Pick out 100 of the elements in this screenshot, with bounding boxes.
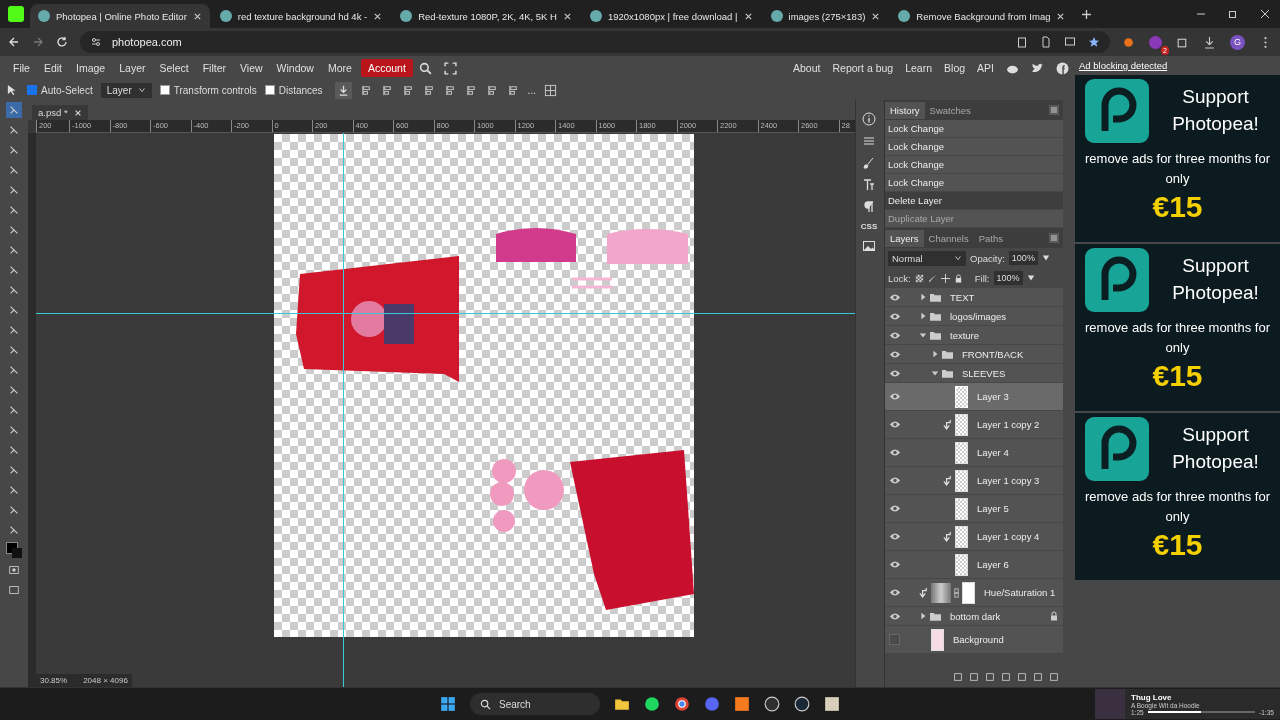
document-icon[interactable]: [1040, 36, 1052, 48]
forward-icon[interactable]: [32, 36, 44, 48]
eye-icon[interactable]: [889, 448, 901, 457]
close-icon[interactable]: [73, 108, 82, 117]
move-icon[interactable]: [940, 273, 950, 283]
menu-item[interactable]: File: [6, 59, 37, 77]
select-mode-dropdown[interactable]: Layer: [100, 82, 152, 98]
layer-row[interactable]: Hue/Saturation 1: [885, 579, 1063, 607]
close-icon[interactable]: [871, 11, 881, 21]
screen-icon[interactable]: [1064, 36, 1076, 48]
layer-row[interactable]: bottom dark: [885, 607, 1063, 626]
layer-row[interactable]: Layer 5: [885, 495, 1063, 523]
panel-tab[interactable]: Paths: [973, 229, 1008, 247]
css-button[interactable]: CSS: [860, 222, 878, 231]
eye-icon[interactable]: [889, 292, 901, 302]
character-icon[interactable]: [862, 178, 876, 192]
reload-icon[interactable]: [56, 36, 68, 48]
expand-arrow-icon[interactable]: [919, 312, 927, 320]
recorder-icon[interactable]: [764, 696, 780, 712]
dropdown-icon[interactable]: [1041, 254, 1050, 262]
layer-row[interactable]: Layer 3: [885, 383, 1063, 411]
search-icon[interactable]: [418, 61, 432, 75]
app-icon[interactable]: [734, 696, 750, 712]
support-card[interactable]: Support Photopea! remove ads for three months for only €15: [1075, 244, 1280, 411]
layer-row[interactable]: logos/images: [885, 307, 1063, 326]
browser-tab[interactable]: Remove Background from Imag: [890, 4, 1074, 28]
expand-arrow-icon[interactable]: [919, 612, 927, 620]
twitter-icon[interactable]: [1031, 61, 1044, 75]
fill-field[interactable]: 100%: [993, 271, 1023, 285]
history-item[interactable]: Lock Change: [885, 138, 1063, 156]
close-icon[interactable]: [562, 11, 572, 21]
search-field[interactable]: Search: [470, 693, 600, 715]
menu-item[interactable]: Image: [69, 59, 113, 77]
close-icon[interactable]: [373, 11, 383, 21]
align-icon[interactable]: [443, 83, 457, 97]
facebook-icon[interactable]: [1056, 61, 1069, 75]
panel-tab[interactable]: History: [885, 101, 925, 119]
align-icon[interactable]: [485, 83, 499, 97]
browser-tab[interactable]: images (275×183): [762, 4, 889, 28]
nav-link[interactable]: API: [971, 62, 1000, 74]
download-icon[interactable]: [1203, 35, 1216, 49]
star-icon[interactable]: [1088, 36, 1100, 48]
align-icon[interactable]: [464, 83, 478, 97]
fullscreen-icon[interactable]: [443, 61, 457, 75]
eye-icon[interactable]: [889, 420, 901, 429]
menu-item[interactable]: View: [233, 59, 270, 77]
eye-icon[interactable]: [889, 560, 901, 569]
profile-avatar[interactable]: G: [1230, 34, 1245, 50]
zoom-level[interactable]: 30.85%: [40, 676, 68, 685]
blend-mode-dropdown[interactable]: Normal: [888, 250, 966, 266]
restore-icon[interactable]: [1228, 9, 1238, 19]
menu-item[interactable]: Layer: [112, 59, 153, 77]
document-tab[interactable]: a.psd *: [32, 105, 88, 120]
adjustments-icon[interactable]: [862, 134, 876, 148]
eye-icon[interactable]: [889, 504, 901, 513]
chat-app-icon[interactable]: [704, 696, 720, 712]
close-icon[interactable]: [1260, 9, 1270, 19]
clipboard-icon[interactable]: [1016, 36, 1028, 48]
nav-link[interactable]: Learn: [899, 62, 939, 74]
menu-item[interactable]: Filter: [195, 59, 233, 77]
site-settings-icon[interactable]: [90, 36, 102, 48]
grid-icon[interactable]: [543, 83, 557, 97]
layer-row[interactable]: Layer 1 copy 4: [885, 523, 1063, 551]
tool-icon[interactable]: [6, 102, 22, 118]
panel-tab[interactable]: Layers: [885, 229, 924, 247]
align-icon[interactable]: [401, 83, 415, 97]
eye-icon[interactable]: [889, 532, 901, 541]
expand-arrow-icon[interactable]: [931, 369, 939, 377]
eye-icon[interactable]: [889, 392, 901, 401]
menu-item[interactable]: Edit: [36, 59, 69, 77]
eye-icon[interactable]: [889, 476, 901, 485]
new-tab-icon[interactable]: [1081, 8, 1093, 20]
panel-tab[interactable]: Swatches: [924, 101, 976, 119]
align-icon[interactable]: [422, 83, 436, 97]
layer-row[interactable]: Layer 4: [885, 439, 1063, 467]
layer-row[interactable]: TEXT: [885, 288, 1063, 307]
folder-icon[interactable]: [614, 696, 630, 712]
back-icon[interactable]: [8, 36, 20, 48]
music-app-icon[interactable]: [644, 696, 660, 712]
layer-row[interactable]: Background: [885, 626, 1063, 654]
lock-icon[interactable]: [953, 273, 963, 283]
support-card[interactable]: Support Photopea! remove ads for three months for only €15: [1075, 75, 1280, 242]
eye-icon[interactable]: [889, 588, 901, 597]
expand-arrow-icon[interactable]: [919, 331, 927, 339]
support-card[interactable]: Support Photopea! remove ads for three months for only €15: [1075, 413, 1280, 580]
expand-arrow-icon[interactable]: [931, 350, 939, 358]
dropdown-icon[interactable]: [1026, 274, 1035, 282]
browser-tab[interactable]: red texture background hd 4k -: [211, 4, 391, 28]
address-field[interactable]: photopea.com: [80, 31, 1110, 53]
layer-row[interactable]: Layer 1 copy 2: [885, 411, 1063, 439]
eye-icon[interactable]: [889, 311, 901, 321]
ad-blocking-link[interactable]: Ad blocking detected: [1075, 60, 1280, 71]
layer-row[interactable]: texture: [885, 326, 1063, 345]
paragraph-icon[interactable]: [862, 200, 876, 214]
eye-icon[interactable]: [889, 330, 901, 340]
color-swatch-icon[interactable]: [6, 542, 22, 558]
extension-icon[interactable]: [1122, 35, 1135, 49]
panel-tab[interactable]: Channels: [923, 229, 974, 247]
checker-icon[interactable]: [914, 273, 924, 283]
opacity-field[interactable]: 100%: [1008, 251, 1038, 265]
